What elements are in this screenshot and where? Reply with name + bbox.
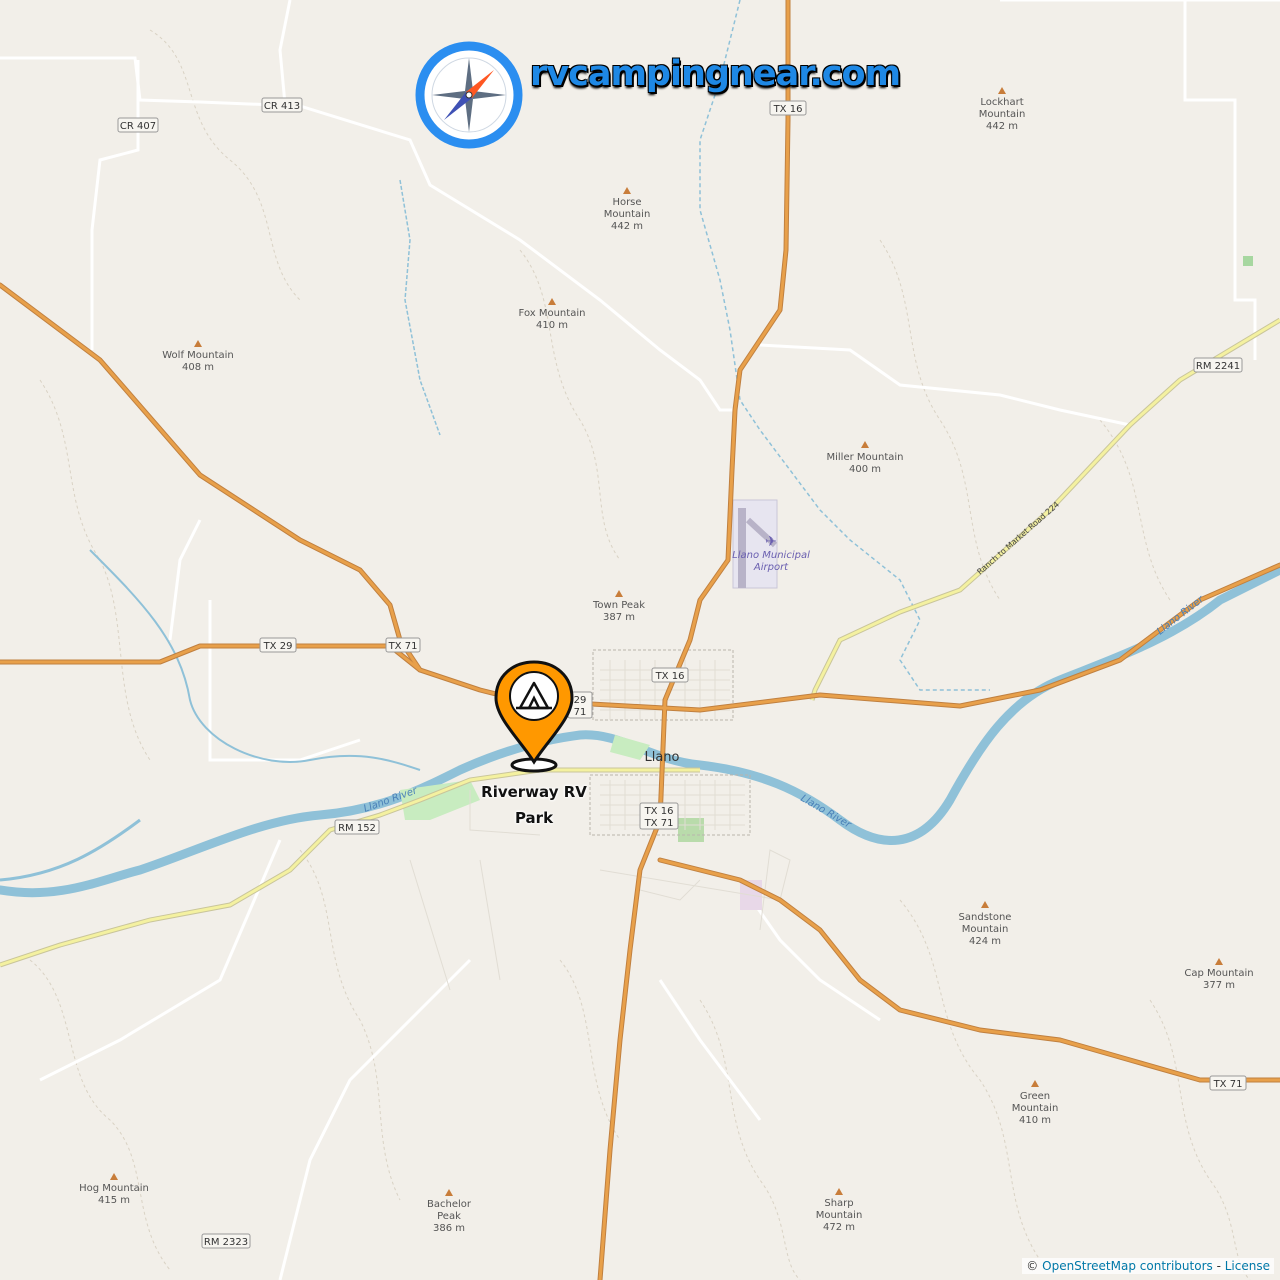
peak-name: Horse [612,197,641,208]
svg-text:TX 16: TX 16 [644,806,674,817]
svg-text:RM 152: RM 152 [338,823,376,834]
shield-tx-71-west: TX 71 [385,637,421,653]
peak-elevation: 387 m [603,612,635,623]
peak-elevation: 424 m [969,936,1001,947]
peak-name: Mountain [1012,1103,1059,1114]
peak-name: Mountain [816,1210,863,1221]
map-attribution: © OpenStreetMap contributors - License [1022,1258,1274,1274]
shield-tx-71-east: TX 71 [1209,1075,1247,1091]
shield-rm-2323: RM 2323 [201,1233,251,1249]
svg-text:CR 413: CR 413 [264,101,300,112]
peak-elevation: 408 m [182,362,214,373]
peak-elevation: 442 m [986,121,1018,132]
peak-name: Mountain [962,924,1009,935]
svg-text:71: 71 [574,707,587,718]
shield-cr-407: CR 407 [117,117,159,133]
peak-elevation: 410 m [1019,1115,1051,1126]
compass-icon [415,41,523,149]
airport-label: Llano Municipal [732,550,810,561]
peak-name: Fox Mountain [519,308,586,319]
osm-contributors-link[interactable]: OpenStreetMap contributors [1042,1259,1213,1273]
peak-name: Lockhart [980,97,1023,108]
svg-text:CR 407: CR 407 [120,121,156,132]
shield-tx-29: TX 29 [259,637,297,653]
campground-name-line1: Riverway RV [481,783,587,801]
peak-elevation: 400 m [849,464,881,475]
svg-text:TX 71: TX 71 [1213,1079,1243,1090]
peak-name: Sandstone [959,912,1012,923]
peak-name: Bachelor [427,1199,472,1210]
shield-rm-152: RM 152 [334,819,380,835]
copyright-symbol: © [1026,1259,1039,1273]
airport-area: ✈ [732,499,778,589]
peak-name: Cap Mountain [1184,968,1253,979]
map-background [0,0,1280,1280]
peak-name: Town Peak [592,600,645,611]
airport-label: Airport [753,562,789,573]
attribution-separator: - [1216,1259,1221,1273]
peak-name: Peak [437,1211,461,1222]
shield-rm-2241: RM 2241 [1193,357,1243,373]
brand-logo[interactable]: rvcampingnear.com [414,40,901,152]
peak-elevation: 386 m [433,1223,465,1234]
peak-name: Wolf Mountain [162,350,233,361]
peak-name: Hog Mountain [79,1183,149,1194]
peak-name: Green [1020,1091,1050,1102]
peak-name: Mountain [979,109,1026,120]
peak-name: Mountain [604,209,651,220]
peak-elevation: 377 m [1203,980,1235,991]
svg-text:TX 71: TX 71 [388,641,418,652]
peak-name: Miller Mountain [827,452,904,463]
svg-text:TX 16: TX 16 [655,671,685,682]
brand-name: rvcampingnear.com [530,54,901,94]
svg-text:TX 29: TX 29 [263,641,293,652]
peak-name: Sharp [824,1198,853,1209]
town-label: Llano [644,750,679,765]
shield-cr-413: CR 413 [261,97,303,113]
svg-text:RM 2323: RM 2323 [204,1237,248,1248]
peak-elevation: 472 m [823,1222,855,1233]
campground-name-line2: Park [514,809,554,827]
svg-text:29: 29 [574,695,587,706]
airplane-icon: ✈ [765,534,777,550]
license-link[interactable]: License [1225,1259,1270,1273]
shield-tx-16-town: TX 16 [651,667,689,683]
peak-elevation: 410 m [536,320,568,331]
svg-text:RM 2241: RM 2241 [1196,361,1240,372]
map-canvas[interactable]: ✈ Ranch to Market Road 2241 [0,0,1280,1280]
svg-text:TX 71: TX 71 [644,818,674,829]
peak-elevation: 442 m [611,221,643,232]
campground-name-label[interactable]: Riverway RV Park [464,779,604,831]
peak-elevation: 415 m [98,1195,130,1206]
shield-tx16-tx71-town: TX 16TX 71 [639,802,679,830]
